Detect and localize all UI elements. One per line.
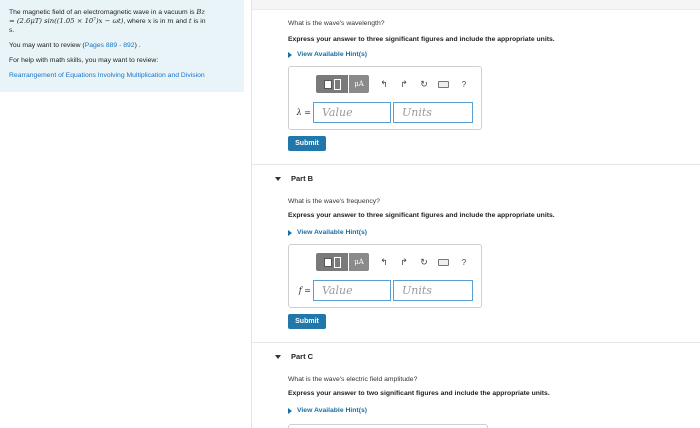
review-line: You may want to review (Pages 889 - 892)… <box>9 42 141 49</box>
keyboard-icon[interactable] <box>438 80 449 88</box>
part-c-title: Part C <box>291 352 314 361</box>
part-c-instruction: Express your answer to two significant f… <box>288 390 550 397</box>
units-button[interactable]: μA <box>349 253 369 271</box>
part-a-value-input[interactable]: Value <box>313 102 391 123</box>
part-b-separator <box>252 164 700 165</box>
template-button[interactable] <box>316 75 348 93</box>
help-icon[interactable]: ? <box>459 258 469 267</box>
reset-icon[interactable]: ↻ <box>419 79 429 90</box>
part-c-answer-box <box>288 424 488 428</box>
part-b-input-row: f = Value Units <box>293 280 473 301</box>
expand-triangle-icon <box>288 229 292 236</box>
collapse-caret-icon <box>275 354 281 359</box>
part-a-instruction: Express your answer to three significant… <box>288 36 555 43</box>
review-pages-link[interactable]: Pages 889 - 892 <box>85 42 135 49</box>
help-icon[interactable]: ? <box>459 80 469 89</box>
expand-triangle-icon <box>288 407 292 414</box>
part-c-hint-toggle[interactable]: View Available Hint(s) <box>288 407 367 414</box>
help-text: For help with math skills, you may want … <box>9 57 159 64</box>
part-a-units-input[interactable]: Units <box>393 102 473 123</box>
intro-text: The magnetic field of an electromagnetic… <box>9 9 197 16</box>
problem-statement: The magnetic field of an electromagnetic… <box>9 8 206 34</box>
main-content: What is the wave's wavelength? Express y… <box>252 0 700 428</box>
part-b-title: Part B <box>291 174 314 183</box>
part-b-submit-button[interactable]: Submit <box>288 314 326 329</box>
part-a-hint-toggle[interactable]: View Available Hint(s) <box>288 51 367 58</box>
undo-icon[interactable]: ↰ <box>379 257 389 268</box>
redo-icon[interactable]: ↱ <box>399 257 409 268</box>
field-equation: = (2.6μT) sin((1.05 × 10⁷)x − ωt) <box>9 17 124 25</box>
template-button[interactable] <box>316 253 348 271</box>
template-fraction-icon <box>333 256 341 268</box>
keyboard-icon[interactable] <box>438 258 449 266</box>
collapse-caret-icon <box>275 176 281 181</box>
math-skills-link[interactable]: Rearrangement of Equations Involving Mul… <box>9 72 205 79</box>
part-c-question: What is the wave's electric field amplit… <box>288 376 418 383</box>
template-fraction-icon <box>333 78 341 90</box>
part-b-header[interactable]: Part B <box>252 174 313 183</box>
part-a-input-row: λ = Value Units <box>293 102 473 123</box>
part-c-header[interactable]: Part C <box>252 352 313 361</box>
part-b-question: What is the wave's frequency? <box>288 198 380 205</box>
part-a-toolbar: μA ↰ ↱ ↻ ? <box>316 75 469 93</box>
lambda-label: λ = <box>296 108 311 117</box>
part-b-units-input[interactable]: Units <box>393 280 473 301</box>
part-a-answer-box: μA ↰ ↱ ↻ ? λ = Value Units <box>288 66 482 130</box>
part-a-submit-button[interactable]: Submit <box>288 136 326 151</box>
part-b-toolbar: μA ↰ ↱ ↻ ? <box>316 253 469 271</box>
reset-icon[interactable]: ↻ <box>419 257 429 268</box>
part-c-separator <box>252 342 700 343</box>
part-b-instruction: Express your answer to three significant… <box>288 212 555 219</box>
problem-info-panel: The magnetic field of an electromagnetic… <box>0 0 244 92</box>
field-symbol: Bz <box>196 8 205 16</box>
expand-triangle-icon <box>288 51 292 58</box>
template-box-icon <box>323 257 332 267</box>
part-b-value-input[interactable]: Value <box>313 280 391 301</box>
units-button[interactable]: μA <box>349 75 369 93</box>
redo-icon[interactable]: ↱ <box>399 79 409 90</box>
f-label: f = <box>298 286 311 295</box>
part-b-answer-box: μA ↰ ↱ ↻ ? f = Value Units <box>288 244 482 308</box>
part-b-hint-toggle[interactable]: View Available Hint(s) <box>288 229 367 236</box>
top-band <box>252 0 700 10</box>
undo-icon[interactable]: ↰ <box>379 79 389 90</box>
part-a-question: What is the wave's wavelength? <box>288 20 385 27</box>
template-box-icon <box>323 79 332 89</box>
